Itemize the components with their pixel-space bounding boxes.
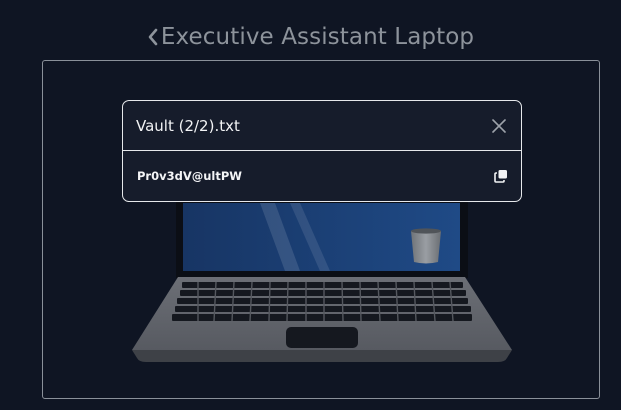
copy-button[interactable] (493, 168, 509, 184)
modal-title: Vault (2/2).txt (136, 116, 240, 135)
chevron-left-icon[interactable] (147, 27, 159, 47)
modal-body: Pr0v3dV@ultPW (123, 151, 521, 201)
back-button[interactable] (147, 27, 159, 47)
close-button[interactable] (489, 116, 509, 136)
page-title: Executive Assistant Laptop (160, 24, 475, 50)
copy-icon[interactable] (494, 169, 508, 183)
header: Executive Assistant Laptop (0, 20, 621, 54)
password-text: Pr0v3dV@ultPW (137, 169, 242, 183)
close-icon[interactable] (491, 118, 507, 134)
modal-header: Vault (2/2).txt (123, 101, 521, 151)
page: Executive Assistant Laptop Vault (2/2).t… (0, 0, 621, 410)
vault-file-modal: Vault (2/2).txt Pr0v3dV@ultPW (122, 100, 522, 202)
